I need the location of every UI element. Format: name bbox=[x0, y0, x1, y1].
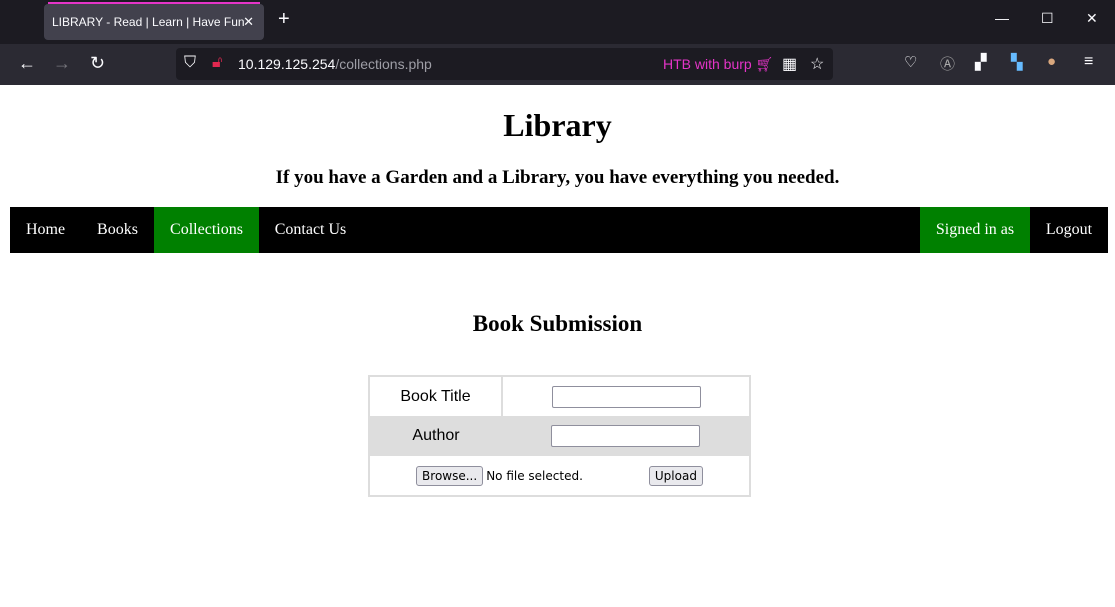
tab-title: LIBRARY - Read | Learn | Have Fun bbox=[52, 15, 245, 29]
book-title-input[interactable] bbox=[551, 385, 701, 408]
close-window-icon[interactable]: ✕ bbox=[1086, 10, 1098, 27]
profile-avatar-icon[interactable]: ● bbox=[1047, 53, 1056, 70]
nav-signed-in[interactable]: Signed in as bbox=[920, 207, 1030, 253]
tab-bar: LIBRARY - Read | Learn | Have Fun ✕ + — ☐… bbox=[0, 0, 1115, 44]
container-name: HTB with burp bbox=[663, 56, 752, 72]
extensions-icon[interactable]: ▞ bbox=[975, 53, 987, 71]
upload-button[interactable]: Upload bbox=[648, 465, 703, 486]
shield-icon[interactable]: ⛉ bbox=[184, 54, 196, 72]
bookmark-star-icon[interactable]: ☆ bbox=[810, 54, 824, 74]
nav-collections[interactable]: Collections bbox=[154, 207, 259, 253]
author-input[interactable] bbox=[551, 425, 700, 447]
browser-tab[interactable]: LIBRARY - Read | Learn | Have Fun ✕ bbox=[44, 2, 264, 40]
forward-icon[interactable]: → bbox=[53, 53, 71, 74]
url-text[interactable]: 10.129.125.254/collections.php bbox=[238, 56, 432, 72]
maximize-icon[interactable]: ☐ bbox=[1041, 10, 1054, 27]
nav-toolbar: ← → ↻ ⛉ 🔓︎ 10.129.125.254/collections.ph… bbox=[0, 44, 1115, 85]
book-title-label: Book Title bbox=[369, 376, 503, 416]
main-nav: Home Books Collections Contact Us Signed… bbox=[10, 207, 1108, 253]
submission-form: Book Title Author Browse... No file selec… bbox=[368, 375, 751, 497]
qr-code-icon[interactable]: ▦ bbox=[782, 54, 797, 74]
nav-contact-us[interactable]: Contact Us bbox=[259, 207, 362, 253]
htb-container-label[interactable]: HTB with burp 🛒︎ bbox=[663, 56, 773, 73]
form-heading: Book Submission bbox=[472, 311, 643, 336]
menu-icon[interactable]: ≡ bbox=[1084, 53, 1093, 71]
site-title: Library bbox=[503, 107, 612, 143]
url-path: /collections.php bbox=[335, 56, 432, 72]
nav-home[interactable]: Home bbox=[10, 207, 81, 253]
new-tab-icon[interactable]: + bbox=[278, 8, 290, 31]
reload-icon[interactable]: ↻ bbox=[90, 53, 105, 74]
browse-button[interactable]: Browse... bbox=[416, 465, 484, 486]
file-status: No file selected. bbox=[486, 468, 583, 483]
minimize-icon[interactable]: — bbox=[995, 10, 1009, 26]
address-bar[interactable]: ⛉ 🔓︎ 10.129.125.254/collections.php HTB … bbox=[176, 48, 833, 80]
nav-books[interactable]: Books bbox=[81, 207, 154, 253]
page-content: Library If you have a Garden and a Libra… bbox=[0, 85, 1115, 607]
url-host: 10.129.125.254 bbox=[238, 56, 336, 72]
back-icon[interactable]: ← bbox=[18, 53, 36, 74]
nav-logout[interactable]: Logout bbox=[1030, 207, 1108, 253]
multi-container-icon[interactable]: ▚ bbox=[1011, 53, 1023, 71]
close-tab-icon[interactable]: ✕ bbox=[243, 4, 254, 40]
sync-icon[interactable]: Ⓐ bbox=[940, 53, 955, 74]
insecure-lock-icon[interactable]: 🔓︎ bbox=[212, 54, 222, 72]
site-subtitle: If you have a Garden and a Library, you … bbox=[275, 167, 840, 188]
author-label: Author bbox=[412, 427, 460, 444]
pocket-icon[interactable]: ♡ bbox=[904, 53, 917, 71]
